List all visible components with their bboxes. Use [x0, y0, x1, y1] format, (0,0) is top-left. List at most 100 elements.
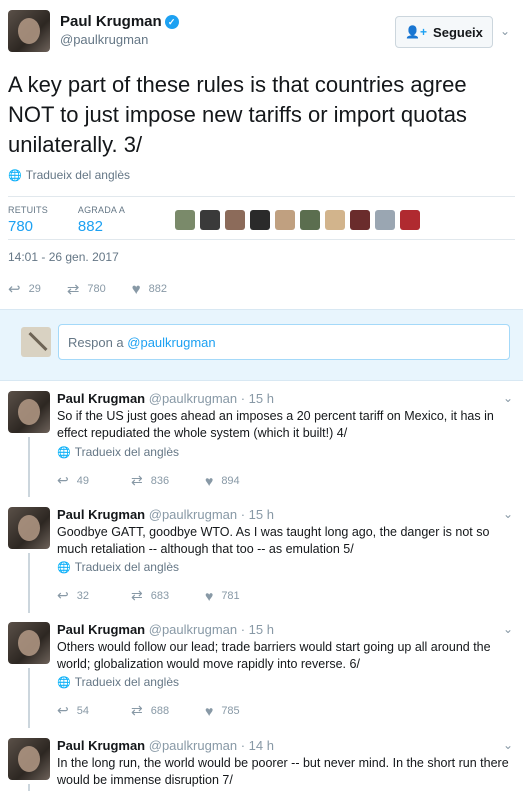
chevron-down-icon[interactable]: ⌄	[500, 24, 510, 38]
retweet-icon: ⇄	[131, 587, 143, 603]
like-button[interactable]: ♥ 785	[205, 703, 279, 719]
chevron-down-icon[interactable]: ⌄	[503, 391, 513, 405]
follow-button[interactable]: 👤+ Segueix	[395, 16, 493, 48]
author-name[interactable]: Paul Krugman	[57, 507, 145, 522]
author-handle[interactable]: @paulkrugman	[60, 32, 179, 47]
heart-icon: ♥	[205, 702, 214, 719]
reply-text: Goodbye GATT, goodbye WTO. As I was taug…	[57, 525, 490, 556]
reply-button[interactable]: ↩ 32	[57, 587, 131, 604]
reply-count: 49	[76, 474, 89, 487]
user-avatar	[21, 327, 51, 357]
reply-text: Others would follow our lead; trade barr…	[57, 640, 491, 671]
retweet-icon: ⇄	[66, 281, 80, 298]
likes-label: AGRADA A	[77, 205, 126, 215]
author-meta: @paulkrugman · 15 h	[148, 622, 274, 637]
retweet-count: 688	[150, 704, 170, 717]
follow-label: Segueix	[433, 24, 483, 40]
author-meta: @paulkrugman · 14 h	[148, 738, 274, 753]
globe-icon: 🌐	[57, 561, 71, 574]
tweet-actions: ↩ 29 ⇄ 780 ♥ 882	[8, 280, 515, 299]
liker-avatar[interactable]	[175, 210, 196, 230]
author-name[interactable]: Paul Krugman	[57, 622, 145, 637]
author-block: Paul Krugman ✓ @paulkrugman	[60, 13, 179, 47]
retweet-count: 683	[150, 589, 170, 602]
like-button[interactable]: ♥ 882	[132, 281, 167, 298]
chevron-down-icon[interactable]: ⌄	[503, 622, 513, 636]
reply-tweet[interactable]: Paul Krugman @paulkrugman · 15 h ⌄ Other…	[0, 612, 523, 728]
likes-value: 882	[77, 218, 103, 235]
liker-avatar[interactable]	[225, 210, 246, 230]
heart-icon: ♥	[205, 587, 214, 604]
add-user-icon: 👤+	[405, 25, 428, 39]
retweets-label: RETUITS	[8, 205, 48, 215]
retweets-stat[interactable]: RETUITS 780	[8, 205, 48, 235]
like-button[interactable]: ♥ 781	[205, 588, 279, 604]
name-row: Paul Krugman ✓	[60, 13, 179, 30]
reply-actions: ↩ 32 ⇄ 683 ♥ 781	[57, 587, 279, 604]
like-button[interactable]: ♥ 894	[205, 473, 279, 489]
author-meta: @paulkrugman · 15 h	[148, 507, 274, 522]
translate-link[interactable]: 🌐 Tradueix del anglès	[8, 168, 515, 182]
retweet-icon: ⇄	[131, 472, 143, 488]
thread-line	[28, 437, 30, 497]
translate-link[interactable]: 🌐 Tradueix del anglès	[57, 445, 179, 459]
retweet-button[interactable]: ⇄ 683	[131, 587, 205, 604]
reply-box: Respon a @paulkrugman	[0, 309, 523, 381]
reply-tweet[interactable]: Paul Krugman @paulkrugman · 15 h ⌄ Goodb…	[0, 497, 523, 613]
liker-avatar[interactable]	[200, 210, 221, 230]
translate-link[interactable]: 🌐 Tradueix del anglès	[57, 560, 179, 574]
reply-icon: ↩	[8, 281, 21, 298]
tweet-stats: RETUITS 780 AGRADA A 882	[8, 196, 515, 240]
reply-header: Paul Krugman @paulkrugman · 15 h	[57, 507, 274, 522]
retweet-button[interactable]: ⇄ 688	[131, 702, 205, 719]
reply-header: Paul Krugman @paulkrugman · 15 h	[57, 622, 274, 637]
reply-handle: @paulkrugman	[127, 335, 216, 350]
liker-avatar[interactable]	[275, 210, 296, 230]
reply-tweet[interactable]: Paul Krugman @paulkrugman · 15 h ⌄ So if…	[0, 381, 523, 497]
timestamp[interactable]: 14:01 - 26 gen. 2017	[8, 250, 515, 264]
reply-button[interactable]: ↩ 49	[57, 472, 131, 489]
avatar[interactable]	[8, 10, 50, 52]
avatar[interactable]	[8, 622, 50, 664]
liker-avatar[interactable]	[350, 210, 371, 230]
retweet-icon: ⇄	[131, 702, 143, 718]
avatar[interactable]	[8, 738, 50, 780]
tweet-text: A key part of these rules is that countr…	[8, 72, 467, 157]
liker-avatar[interactable]	[300, 210, 321, 230]
retweet-button[interactable]: ⇄ 836	[131, 472, 205, 489]
avatar[interactable]	[8, 391, 50, 433]
verified-icon: ✓	[164, 14, 179, 29]
reply-count: 29	[28, 283, 41, 295]
liker-avatar[interactable]	[375, 210, 396, 230]
heart-icon: ♥	[205, 472, 214, 489]
chevron-down-icon[interactable]: ⌄	[503, 507, 513, 521]
like-count: 894	[221, 474, 240, 487]
like-count: 785	[221, 704, 240, 717]
reply-tweet[interactable]: Paul Krugman @paulkrugman · 14 h ⌄ In th…	[0, 728, 523, 791]
author-meta: @paulkrugman · 15 h	[148, 391, 274, 406]
reply-actions: ↩ 54 ⇄ 688 ♥ 785	[57, 702, 279, 719]
avatar[interactable]	[8, 507, 50, 549]
liker-avatar[interactable]	[250, 210, 271, 230]
reply-button[interactable]: ↩ 54	[57, 702, 131, 719]
like-count: 882	[148, 283, 168, 295]
reply-count: 54	[76, 704, 89, 717]
globe-icon: 🌐	[8, 169, 22, 182]
translate-link[interactable]: 🌐 Tradueix del anglès	[57, 675, 179, 689]
liker-avatar[interactable]	[325, 210, 346, 230]
author-name[interactable]: Paul Krugman	[57, 738, 145, 753]
translate-label: Tradueix del anglès	[74, 675, 179, 689]
reply-prefix: Respon a	[68, 335, 128, 350]
likes-stat[interactable]: AGRADA A 882	[78, 205, 125, 235]
reply-actions: ↩ 49 ⇄ 836 ♥ 894	[57, 472, 279, 489]
translate-label: Tradueix del anglès	[74, 560, 179, 574]
retweet-count: 780	[87, 283, 106, 295]
reply-icon: ↩	[57, 587, 69, 603]
reply-input[interactable]: Respon a @paulkrugman	[58, 324, 510, 360]
author-name[interactable]: Paul Krugman	[57, 391, 145, 406]
retweet-button[interactable]: ⇄ 780	[67, 280, 106, 298]
chevron-down-icon[interactable]: ⌄	[503, 738, 513, 752]
author-name[interactable]: Paul Krugman	[60, 13, 162, 30]
liker-avatar[interactable]	[400, 210, 421, 230]
reply-button[interactable]: ↩ 29	[8, 280, 41, 298]
